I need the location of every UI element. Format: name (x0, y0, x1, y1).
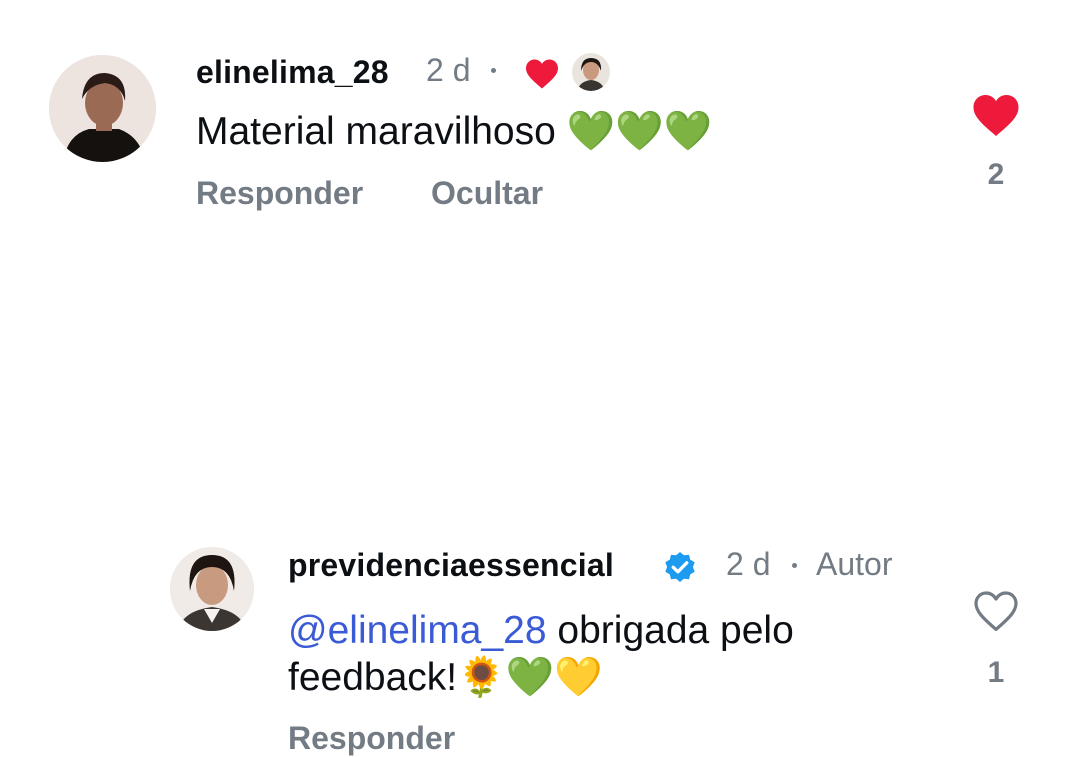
reply-button[interactable]: Responder (288, 720, 455, 757)
comment-time: 2 d (426, 52, 471, 88)
comment-username[interactable]: previdenciaessencial (288, 547, 614, 584)
separator-dot (792, 563, 797, 568)
comment-text: Material maravilhoso 💚💚💚 (196, 110, 713, 153)
like-count[interactable]: 2 (976, 158, 1016, 192)
heart-outline-icon[interactable] (972, 589, 1020, 638)
comment-username[interactable]: elinelima_28 (196, 54, 389, 91)
emoji-sequence: 🌻💚💛 (457, 656, 603, 699)
author-liked-heart-icon (524, 58, 560, 95)
like-count[interactable]: 1 (976, 656, 1016, 690)
green-heart-emoji: 💚💚💚 (566, 110, 713, 153)
verified-badge-icon (662, 549, 698, 590)
author-badge: Autor (816, 546, 893, 582)
comment-time: 2 d (726, 546, 771, 582)
heart-filled-icon[interactable] (971, 93, 1021, 143)
avatar[interactable] (170, 547, 254, 631)
author-avatar-mini (572, 53, 610, 91)
avatar[interactable] (49, 55, 156, 162)
comment-item: elinelima_28 2 d Material maravilhoso 💚💚… (0, 0, 1080, 240)
reply-button[interactable]: Responder (196, 175, 363, 212)
reply-comment-item: previdenciaessencial 2 d Autor @elinelim… (0, 265, 1080, 756)
hide-button[interactable]: Ocultar (431, 175, 543, 212)
separator-dot (491, 68, 496, 73)
mention-link[interactable]: @elinelima_28 (288, 609, 547, 652)
comment-text: @elinelima_28 obrigada pelo feedback!🌻💚💛 (288, 609, 794, 699)
